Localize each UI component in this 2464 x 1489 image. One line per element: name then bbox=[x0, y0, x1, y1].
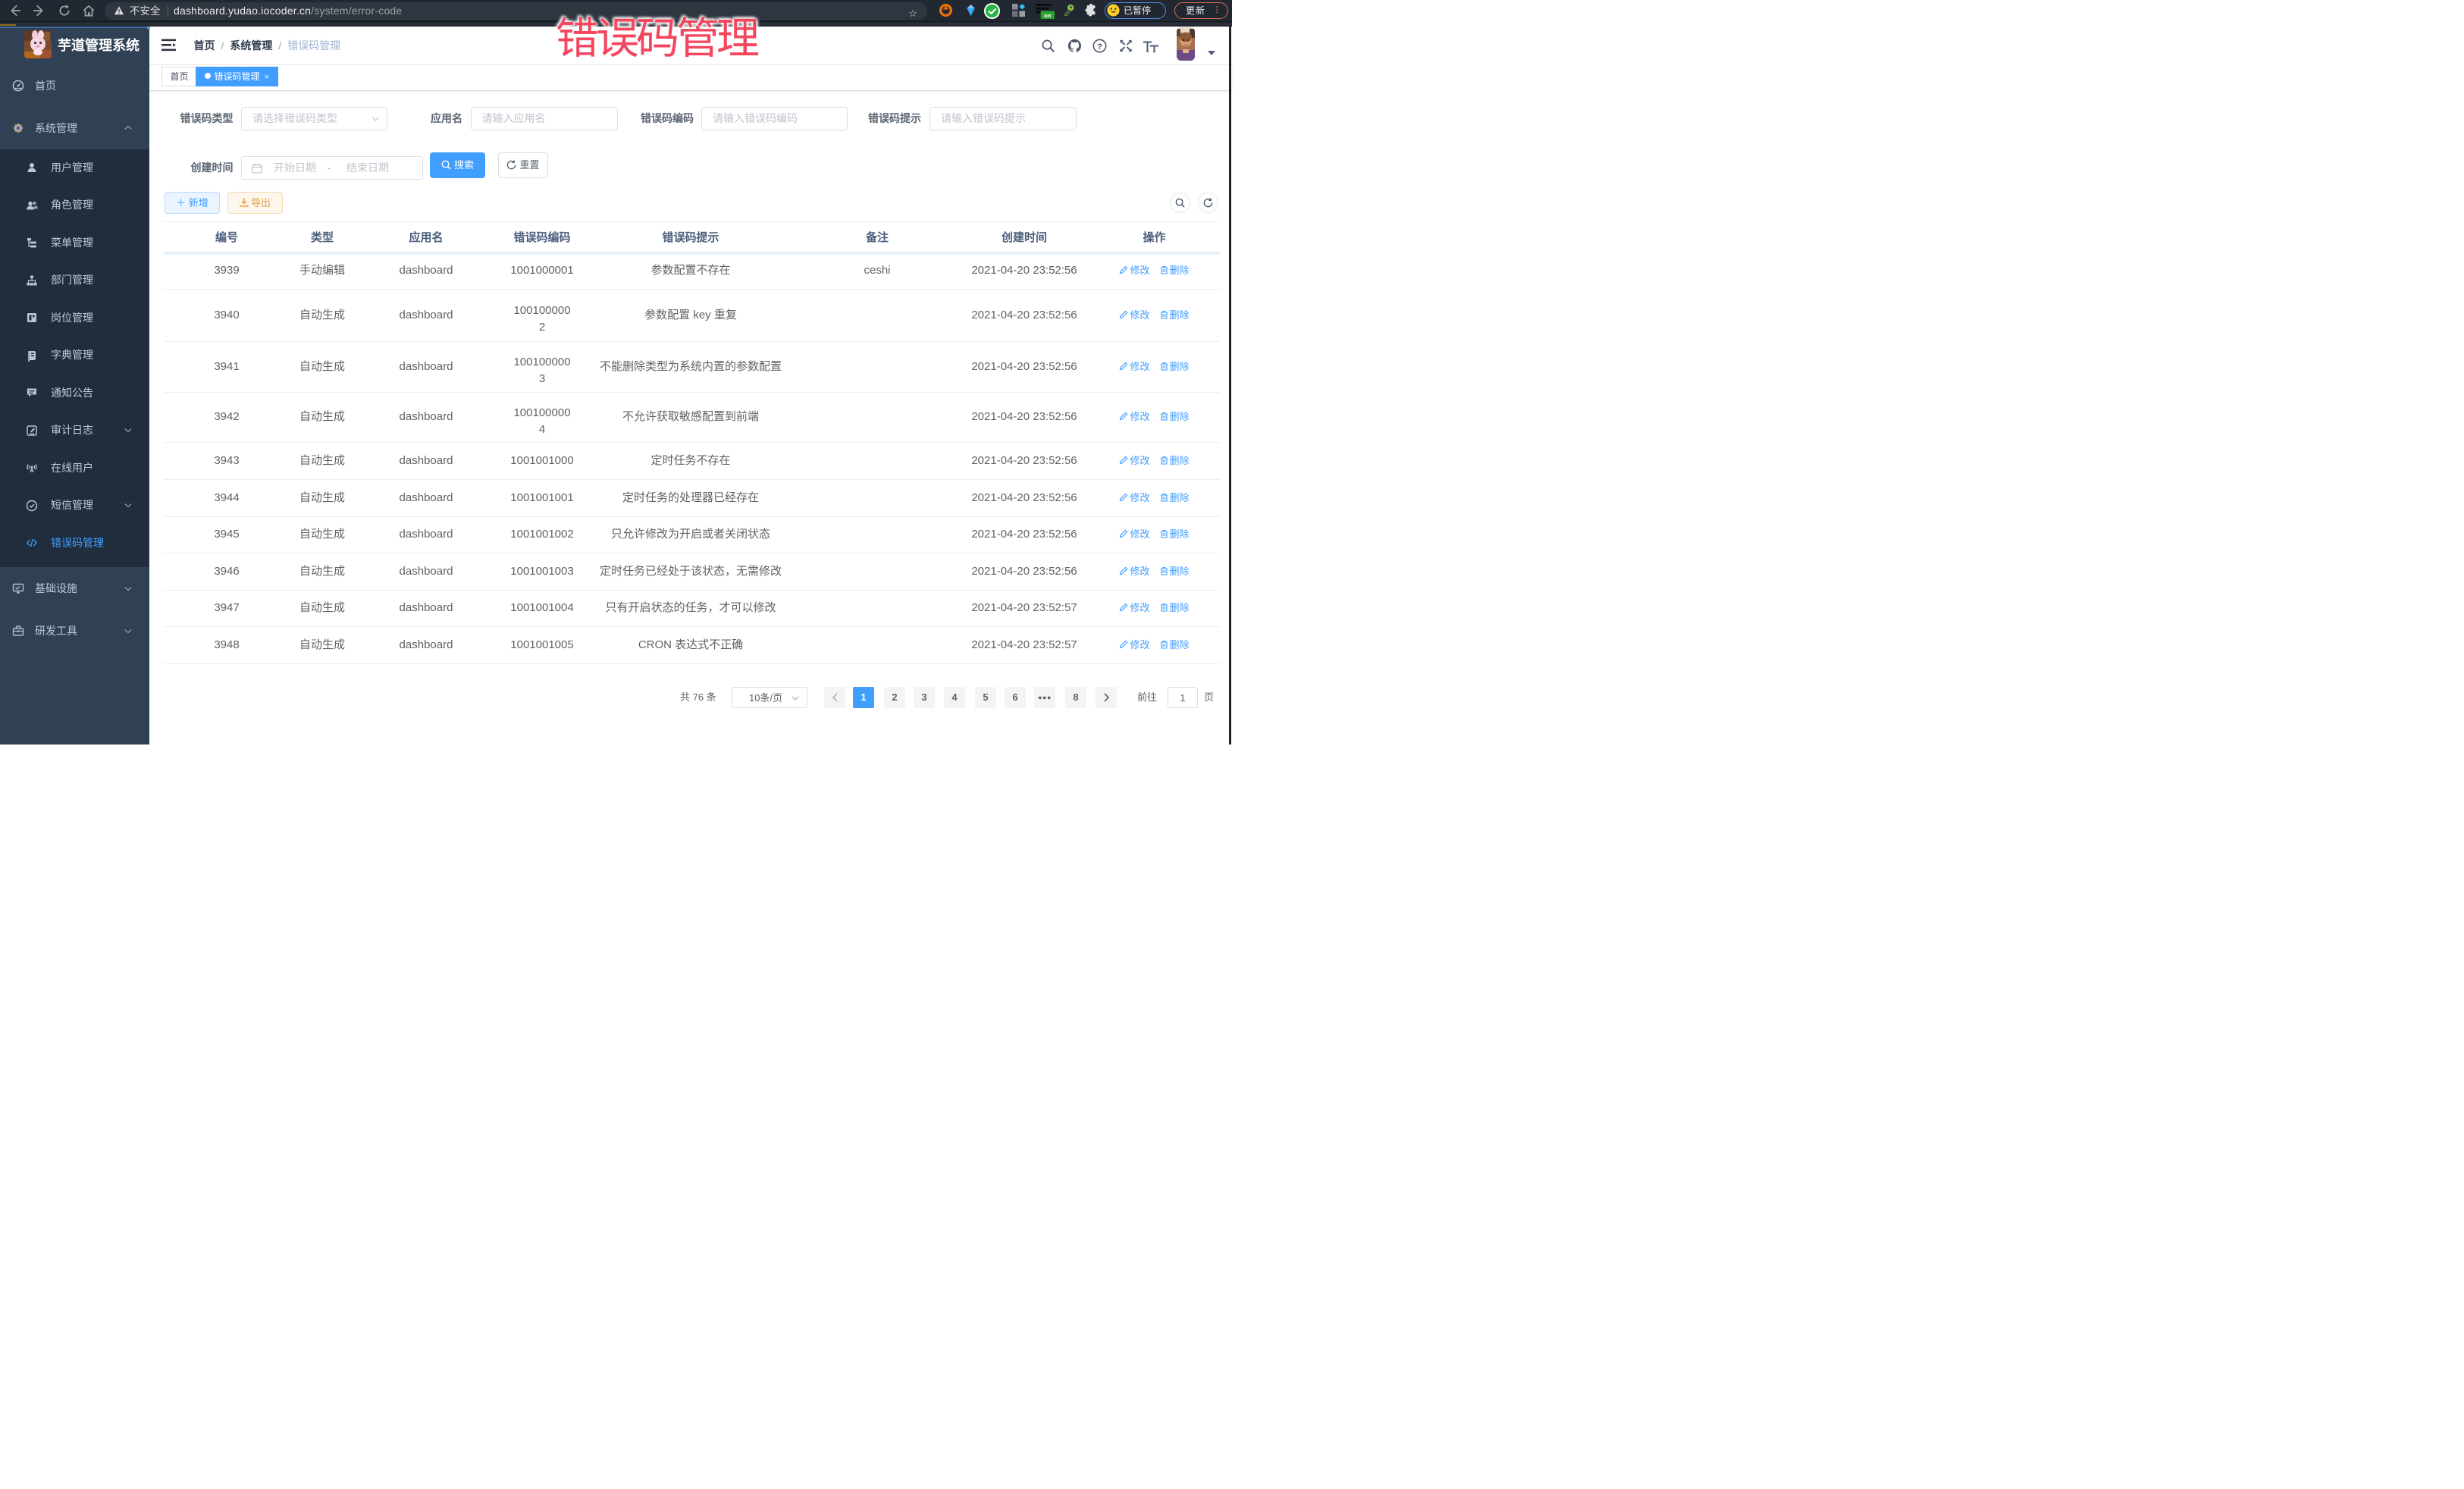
svg-text:on: on bbox=[1044, 12, 1052, 19]
svg-text:?: ? bbox=[1097, 42, 1102, 51]
